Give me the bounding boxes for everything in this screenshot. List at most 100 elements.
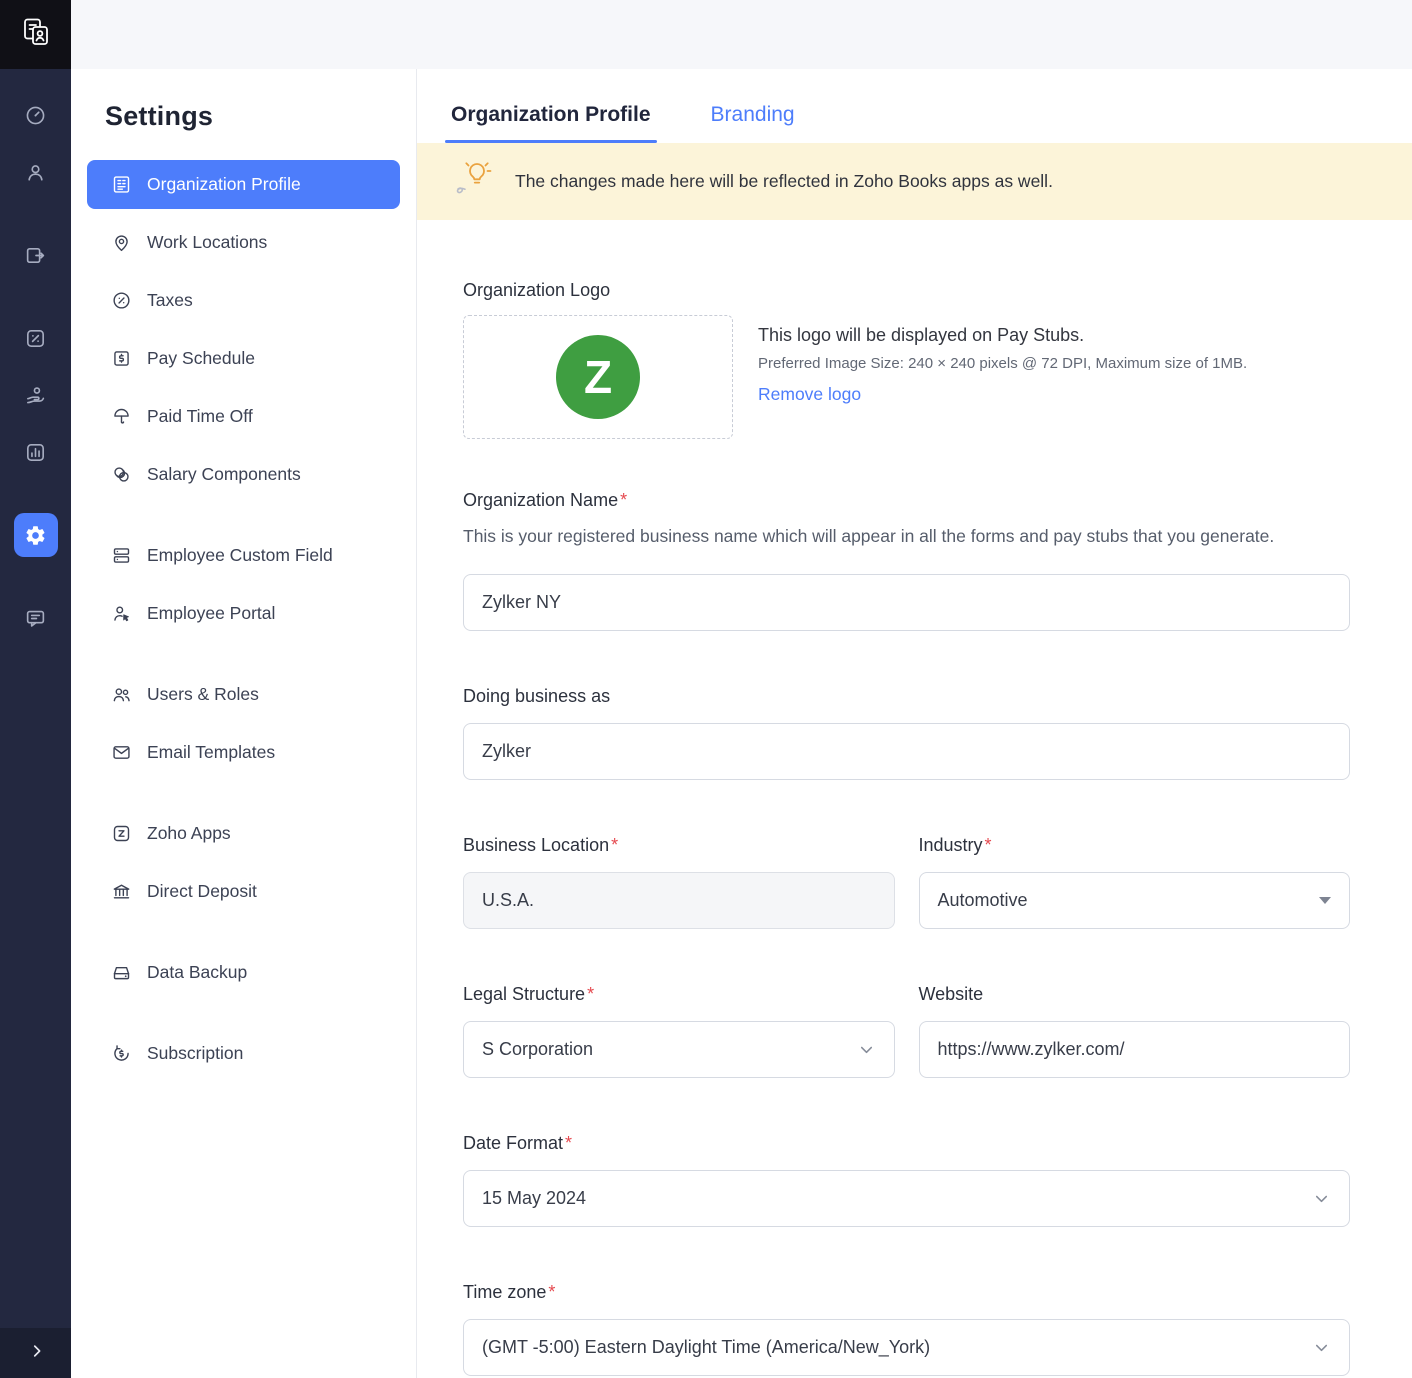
legal-structure-field: Legal Structure* S Corporation [463,984,895,1078]
pay-runs-icon[interactable] [14,233,58,277]
doing-business-as-input[interactable] [463,723,1350,780]
organization-profile-form: Organization Logo Z This logo will be di… [417,220,1412,1378]
sidebar-item-label: Data Backup [147,962,247,983]
dashboard-gauge-icon[interactable] [14,93,58,137]
sidebar-item-direct-deposit[interactable]: Direct Deposit [87,867,400,916]
required-asterisk: * [985,835,992,855]
time-zone-value: (GMT -5:00) Eastern Daylight Time (Ameri… [482,1337,930,1358]
doing-business-as-field: Doing business as [463,686,1350,780]
taxes-percent-icon[interactable] [14,316,58,360]
sidebar-item-work-locations[interactable]: Work Locations [87,218,400,267]
app-rail [0,0,71,1378]
settings-nav: Organization Profile Work Locations [71,160,416,1078]
legal-structure-select[interactable]: S Corporation [463,1021,895,1078]
reports-chart-icon[interactable] [14,430,58,474]
required-asterisk: * [620,490,627,510]
expand-rail-button[interactable] [0,1328,71,1378]
sidebar-item-label: Email Templates [147,742,275,763]
sidebar-item-label: Employee Custom Field [147,545,333,566]
organization-logo-label: Organization Logo [463,280,610,301]
sidebar-item-employee-portal[interactable]: Employee Portal [87,589,400,638]
organization-name-description: This is your registered business name wh… [463,523,1348,550]
logo-info-line2: Preferred Image Size: 240 × 240 pixels @… [758,355,1247,372]
sidebar-item-zoho-apps[interactable]: Zoho Apps [87,809,400,858]
sidebar-item-subscription[interactable]: Subscription [87,1029,400,1078]
tab-bar: Organization Profile Branding [417,69,1412,143]
sidebar-item-pay-schedule[interactable]: Pay Schedule [87,334,400,383]
required-asterisk: * [587,984,594,1004]
organization-name-label: Organization Name [463,490,618,511]
business-location-input [463,872,895,929]
banner-message: The changes made here will be reflected … [515,171,1053,192]
coins-icon [110,464,132,486]
rail-nav [0,93,71,653]
subscription-icon [110,1043,132,1065]
time-zone-field: Time zone* (GMT -5:00) Eastern Daylight … [463,1282,1350,1376]
sidebar-item-users-roles[interactable]: Users & Roles [87,670,400,719]
bank-icon [110,881,132,903]
sidebar-item-organization-profile[interactable]: Organization Profile [87,160,400,209]
custom-field-icon [110,545,132,567]
lightbulb-doodle-icon [451,158,497,205]
sidebar-item-label: Employee Portal [147,603,275,624]
tab-organization-profile[interactable]: Organization Profile [451,103,651,143]
sidebar-item-label: Subscription [147,1043,243,1064]
sidebar-item-label: Salary Components [147,464,301,485]
paid-time-off-icon [110,406,132,428]
loans-hand-icon[interactable] [14,373,58,417]
date-format-label: Date Format [463,1133,563,1154]
sidebar-item-paid-time-off[interactable]: Paid Time Off [87,392,400,441]
sidebar-item-label: Taxes [147,290,193,311]
sidebar-item-label: Pay Schedule [147,348,255,369]
chevron-down-icon [1312,1189,1331,1208]
sidebar-item-salary-components[interactable]: Salary Components [87,450,400,499]
top-bar [71,0,1412,69]
industry-field: Industry* Automotive [919,835,1351,929]
logo-upload-box[interactable]: Z [463,315,733,439]
organization-name-field: Organization Name* This is your register… [463,490,1350,631]
backup-icon [110,962,132,984]
website-field: Website [919,984,1351,1078]
settings-title: Settings [105,101,416,132]
map-pin-icon [110,232,132,254]
organization-logo-image: Z [556,335,640,419]
chevron-down-icon [1312,1338,1331,1357]
tab-branding[interactable]: Branding [711,103,795,143]
business-location-label: Business Location [463,835,609,856]
business-location-field: Business Location* [463,835,895,929]
date-format-select[interactable]: 15 May 2024 [463,1170,1350,1227]
sidebar-item-label: Zoho Apps [147,823,231,844]
employees-user-icon[interactable] [14,150,58,194]
main-panel: Organization Profile Branding The change… [417,69,1412,1378]
industry-label: Industry [919,835,983,856]
chevron-right-icon [28,1342,46,1365]
time-zone-label: Time zone [463,1282,546,1303]
organization-name-input[interactable] [463,574,1350,631]
settings-gear-icon[interactable] [14,513,58,557]
sidebar-item-employee-custom-field[interactable]: Employee Custom Field [87,531,400,580]
info-banner: The changes made here will be reflected … [417,143,1412,220]
sidebar-item-email-templates[interactable]: Email Templates [87,728,400,777]
pay-schedule-icon [110,348,132,370]
website-input[interactable] [919,1021,1351,1078]
org-profile-icon [110,174,132,196]
remove-logo-link[interactable]: Remove logo [758,384,861,405]
industry-select[interactable]: Automotive [919,872,1351,929]
logo-info: This logo will be displayed on Pay Stubs… [758,315,1247,439]
required-asterisk: * [548,1282,555,1302]
chat-icon[interactable] [14,596,58,640]
sidebar-item-label: Paid Time Off [147,406,253,427]
legal-structure-value: S Corporation [482,1039,593,1060]
industry-value: Automotive [938,890,1028,911]
payroll-logo-icon [19,15,53,54]
zoho-payroll-logo[interactable] [0,0,71,69]
website-label: Website [919,984,984,1005]
envelope-icon [110,742,132,764]
sidebar-item-label: Organization Profile [147,174,301,195]
users-roles-icon [110,684,132,706]
time-zone-select[interactable]: (GMT -5:00) Eastern Daylight Time (Ameri… [463,1319,1350,1376]
sidebar-item-data-backup[interactable]: Data Backup [87,948,400,997]
sidebar-item-label: Users & Roles [147,684,259,705]
sidebar-item-label: Work Locations [147,232,267,253]
sidebar-item-taxes[interactable]: Taxes [87,276,400,325]
